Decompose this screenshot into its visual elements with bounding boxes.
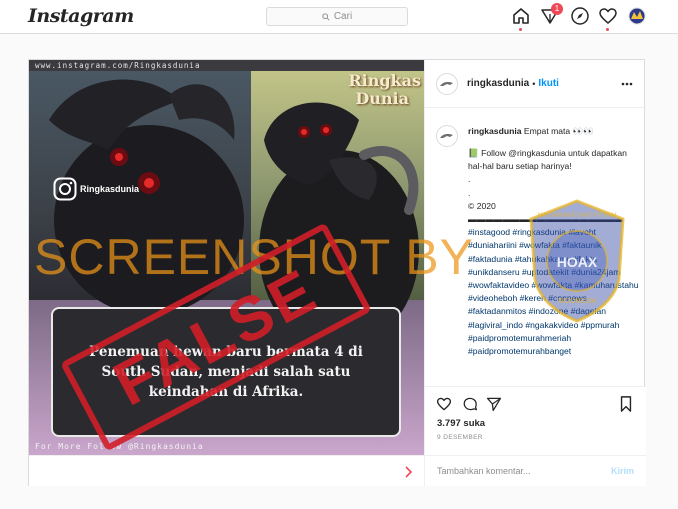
instagram-logo-icon <box>53 177 77 201</box>
activity-unread-dot <box>606 28 609 31</box>
media-brand-line1: Ringkas <box>348 71 421 90</box>
media-brand-line2: Dunia <box>355 89 409 108</box>
comment-bar: Tambahkan komentar... Kirim <box>425 455 646 487</box>
search-icon <box>322 12 330 21</box>
likes-count[interactable]: 3.797 suka <box>437 418 485 429</box>
media-headline: Penemuan hewan baru bermata 4 di South S… <box>89 344 363 400</box>
post-header: ringkasdunia • Ikuti <box>425 60 646 108</box>
share-icon[interactable] <box>486 396 502 412</box>
notification-badge: 1 <box>551 3 563 15</box>
caption-body: 📗 Follow @ringkasdunia untuk dapatkan ha… <box>468 148 627 225</box>
media-ig-handle: Ringkasdunia <box>80 184 140 194</box>
post-comment-button[interactable]: Kirim <box>611 466 634 476</box>
comment-icon[interactable] <box>462 396 478 412</box>
instagram-logo[interactable]: Instagram <box>28 5 134 27</box>
caption-body-wrapper: 📗 Follow @ringkasdunia untuk dapatkan ha… <box>468 147 640 358</box>
media-top-watermark: www.instagram.com/Ringkasdunia <box>35 61 201 70</box>
follow-button[interactable]: Ikuti <box>538 78 559 89</box>
caption-hashtags[interactable]: #instagood #ringkasdunia #lavoht #duniah… <box>468 227 641 356</box>
comment-input[interactable]: Tambahkan komentar... <box>437 466 531 476</box>
media-brand-title: Ringkas Dunia <box>329 72 421 108</box>
post-image[interactable]: www.instagram.com/Ringkasdunia Ringkas D… <box>29 60 424 455</box>
post-date[interactable]: 9 DESEMBER <box>437 434 483 441</box>
author-avatar-icon <box>440 82 453 86</box>
header-separator: • <box>532 78 536 89</box>
author-avatar[interactable] <box>436 73 458 95</box>
header-identity: ringkasdunia • Ikuti <box>467 78 559 89</box>
caption-avatar-icon <box>440 134 453 138</box>
post-actions: 3.797 suka 9 DESEMBER Tambahkan komentar… <box>425 386 646 486</box>
caption-title: Empat mata 👀👀 <box>523 126 594 136</box>
media-bottom-watermark: For More Follow @Ringkasdunia <box>35 442 204 451</box>
caption-first-line: ringkasdunia Empat mata 👀👀 <box>468 125 640 138</box>
profile-avatar-icon[interactable] <box>628 7 648 27</box>
explore-icon[interactable] <box>570 6 590 26</box>
home-unread-dot <box>519 28 522 31</box>
chevron-right-icon[interactable] <box>403 466 413 478</box>
home-icon[interactable] <box>511 6 531 31</box>
media-ig-handle-badge: Ringkasdunia <box>53 177 139 201</box>
search-input[interactable]: Cari <box>266 7 408 26</box>
like-heart-icon[interactable] <box>436 396 452 412</box>
post-card: www.instagram.com/Ringkasdunia Ringkas D… <box>28 59 646 486</box>
media-headline-box: Penemuan hewan baru bermata 4 di South S… <box>51 307 401 437</box>
activity-heart-icon[interactable] <box>598 6 618 31</box>
search-placeholder: Cari <box>333 11 353 22</box>
media-footer <box>29 455 424 486</box>
caption-avatar[interactable] <box>436 125 458 147</box>
more-options-icon[interactable] <box>621 82 633 86</box>
caption-username[interactable]: ringkasdunia <box>468 126 521 136</box>
author-username[interactable]: ringkasdunia <box>467 78 529 89</box>
direct-message-icon[interactable]: 1 <box>540 3 563 26</box>
top-navigation-bar: Instagram Cari 1 <box>0 0 678 34</box>
post-side-panel: ringkasdunia • Ikuti ringkasdunia Empat … <box>424 60 646 486</box>
bookmark-icon[interactable] <box>619 396 633 412</box>
